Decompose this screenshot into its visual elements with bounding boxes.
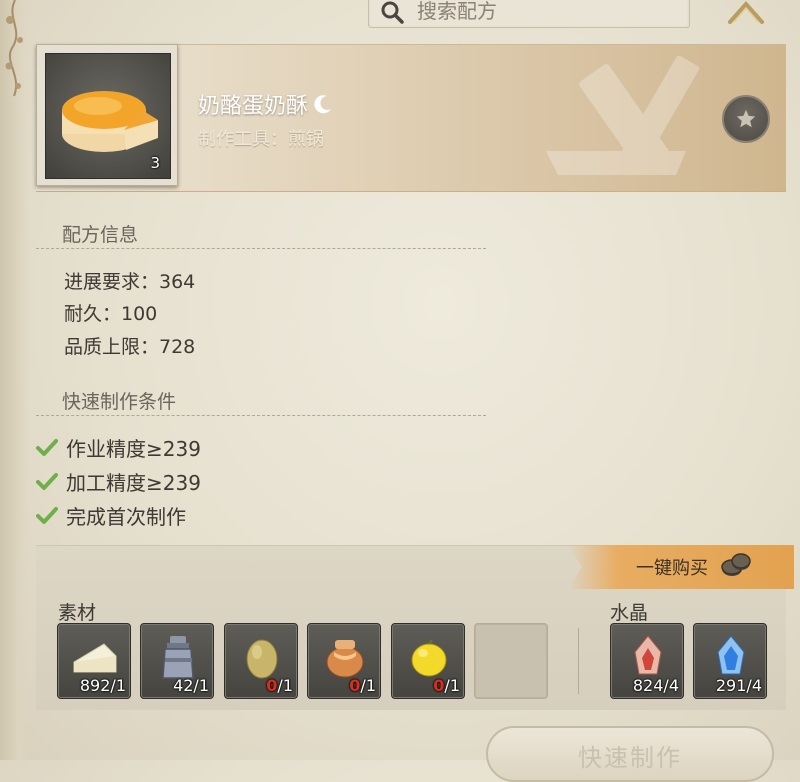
- materials-divider: [578, 628, 579, 694]
- item-name-text: 奶酪蛋奶酥: [198, 94, 309, 119]
- water-crystal-icon: [717, 635, 745, 675]
- quick-craft-title: 快速制作条件: [62, 391, 177, 413]
- favorite-button[interactable]: [722, 95, 770, 143]
- material-slot-empty: [474, 623, 548, 699]
- condition-item: 完成首次制作: [36, 501, 186, 530]
- crystal-count: 291/4: [715, 676, 762, 695]
- material-count: 892/1: [79, 676, 126, 695]
- condition-craftsmanship: 作业精度≥239: [66, 437, 201, 461]
- milk-can-icon: [162, 636, 194, 679]
- material-count: 0/1: [349, 676, 376, 695]
- check-icon: [36, 472, 58, 490]
- durability: 耐久：100: [64, 303, 158, 325]
- check-icon: [36, 438, 58, 456]
- crystal-count: 824/4: [632, 676, 679, 695]
- crafting-tools-watermark-icon: [546, 55, 700, 175]
- material-count: 0/1: [266, 676, 293, 695]
- crystal-slot-water[interactable]: 291/4: [693, 623, 767, 699]
- section-divider: [36, 415, 486, 416]
- material-slot-milk[interactable]: 42/1: [140, 623, 214, 699]
- cheese-icon: [73, 643, 117, 673]
- recipe-info-title: 配方信息: [62, 224, 139, 246]
- close-icon[interactable]: [722, 0, 770, 24]
- condition-first-craft: 完成首次制作: [66, 505, 186, 529]
- search-placeholder: 搜索配方: [417, 0, 497, 23]
- crafting-tool-label: 制作工具：煎锅: [198, 129, 324, 150]
- progress-requirement: 进展要求：364: [64, 271, 196, 293]
- material-slot-honey[interactable]: 0/1: [307, 623, 381, 699]
- crescent-moon-icon: [314, 95, 332, 114]
- materials-label: 素材: [58, 602, 97, 624]
- search-icon: [381, 1, 404, 24]
- item-icon-background: 3: [45, 53, 171, 179]
- coins-icon: [721, 553, 751, 576]
- condition-item: 作业精度≥239: [36, 433, 201, 462]
- crystal-slot-fire[interactable]: 824/4: [610, 623, 684, 699]
- quality-cap: 品质上限：728: [64, 336, 196, 358]
- quick-craft-label: 快速制作: [578, 744, 682, 772]
- check-icon: [36, 506, 58, 524]
- condition-item: 加工精度≥239: [36, 467, 201, 496]
- quick-craft-button[interactable]: 快速制作: [486, 726, 774, 782]
- material-slot-egg[interactable]: 0/1: [224, 623, 298, 699]
- egg-icon: [246, 639, 278, 679]
- condition-control: 加工精度≥239: [66, 471, 201, 495]
- star-icon: [736, 109, 756, 128]
- buy-all-label[interactable]: 一键购买: [636, 554, 708, 580]
- honey-jar-icon: [326, 640, 364, 678]
- item-name: 奶酪蛋奶酥: [198, 88, 334, 120]
- material-slot-lemon[interactable]: 0/1: [391, 623, 465, 699]
- vine-ornament-icon: [5, 0, 23, 97]
- item-icon-slot[interactable]: 3: [36, 44, 178, 186]
- crystals-label: 水晶: [610, 602, 649, 624]
- material-slot-cheese[interactable]: 892/1: [57, 623, 131, 699]
- section-divider: [36, 248, 486, 249]
- fire-crystal-icon: [634, 635, 662, 675]
- item-yield-count: 3: [150, 154, 160, 172]
- search-box[interactable]: 搜索配方: [368, 0, 690, 28]
- window-frame-left: [0, 0, 30, 760]
- material-count: 0/1: [433, 676, 460, 695]
- material-count: 42/1: [173, 676, 209, 695]
- lemon-icon: [411, 639, 447, 677]
